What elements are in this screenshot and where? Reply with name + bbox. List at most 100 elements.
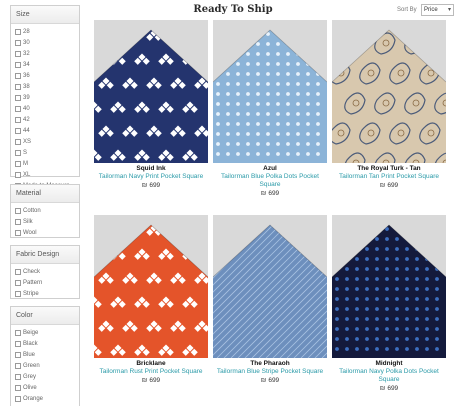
filter-option[interactable]: S — [11, 147, 79, 158]
checkbox[interactable] — [15, 218, 21, 225]
filter-option[interactable]: Grey — [11, 371, 79, 382]
checkbox[interactable] — [15, 395, 21, 402]
filter-option[interactable]: XS — [11, 136, 79, 147]
product-image[interactable] — [94, 20, 208, 163]
checkbox[interactable] — [15, 329, 21, 336]
checkbox[interactable] — [15, 138, 21, 145]
product-description-link[interactable]: Tailorman Blue Polka Dots Pocket Square — [213, 173, 327, 189]
product-image[interactable] — [332, 20, 446, 163]
filter-option[interactable]: Check — [11, 266, 79, 277]
filter-option[interactable]: 44 — [11, 125, 79, 136]
fabric-design-filter-panel: Fabric Design Check Pattern Stripe — [10, 245, 80, 299]
product-image[interactable] — [213, 215, 327, 358]
filter-option[interactable]: Wool — [11, 227, 79, 238]
product-image[interactable] — [94, 215, 208, 358]
product-card[interactable]: Bricklane Tailorman Rust Print Pocket Squ… — [94, 215, 208, 386]
filter-option[interactable]: M — [11, 158, 79, 169]
product-card[interactable]: Squid Ink Tailorman Navy Print Pocket Squ… — [94, 20, 208, 191]
checkbox[interactable] — [15, 384, 21, 391]
product-price: ₪ 699 — [332, 384, 446, 394]
product-name[interactable]: Azul — [213, 164, 327, 173]
filter-option[interactable]: Green — [11, 360, 79, 371]
checkbox[interactable] — [15, 207, 21, 214]
filter-option[interactable]: 42 — [11, 114, 79, 125]
product-description-link[interactable]: Tailorman Rust Print Pocket Square — [94, 368, 208, 376]
price-value: 699 — [149, 377, 161, 384]
checkbox[interactable] — [15, 116, 21, 123]
product-description-link[interactable]: Tailorman Blue Stripe Pocket Square — [213, 368, 327, 376]
product-image[interactable] — [332, 215, 446, 358]
checkbox[interactable] — [15, 83, 21, 90]
filter-option[interactable]: 28 — [11, 26, 79, 37]
checkbox[interactable] — [15, 94, 21, 101]
filter-option-label: 39 — [23, 94, 30, 101]
product-description-link[interactable]: Tailorman Navy Print Pocket Square — [94, 173, 208, 181]
product-description-link[interactable]: Tailorman Tan Print Pocket Square — [332, 173, 446, 181]
checkbox[interactable] — [15, 72, 21, 79]
checkbox[interactable] — [15, 61, 21, 68]
checkbox[interactable] — [15, 149, 21, 156]
filter-option[interactable]: Stripe — [11, 288, 79, 299]
filter-option[interactable]: XL — [11, 169, 79, 180]
checkbox[interactable] — [15, 268, 21, 275]
filter-option[interactable]: Beige — [11, 327, 79, 338]
product-name[interactable]: The Pharaoh — [213, 359, 327, 368]
checkbox[interactable] — [15, 105, 21, 112]
filter-option-label: Silk — [23, 218, 33, 225]
filter-option[interactable]: Olive — [11, 382, 79, 393]
filter-option[interactable]: 32 — [11, 48, 79, 59]
checkbox[interactable] — [15, 340, 21, 347]
product-image[interactable] — [213, 20, 327, 163]
sort-by-label: Sort By — [397, 7, 417, 13]
filter-option[interactable]: 39 — [11, 92, 79, 103]
product-price: ₪ 699 — [213, 376, 327, 386]
checkbox[interactable] — [15, 171, 21, 178]
product-name[interactable]: Squid Ink — [94, 164, 208, 173]
fabric-design-filter-title: Fabric Design — [11, 246, 79, 264]
checkbox[interactable] — [15, 160, 21, 167]
size-filter-title: Size — [11, 6, 79, 24]
checkbox[interactable] — [15, 373, 21, 380]
filter-option[interactable]: Cotton — [11, 205, 79, 216]
filter-option-label: 28 — [23, 28, 30, 35]
product-description-link[interactable]: Tailorman Navy Polka Dots Pocket Square — [332, 368, 446, 384]
product-card[interactable]: The Royal Turk - Tan Tailorman Tan Print … — [332, 20, 446, 191]
filter-option[interactable]: 40 — [11, 103, 79, 114]
filter-option-label: 44 — [23, 127, 30, 134]
product-card[interactable]: The Pharaoh Tailorman Blue Stripe Pocket … — [213, 215, 327, 386]
checkbox[interactable] — [15, 229, 21, 236]
checkbox[interactable] — [15, 127, 21, 134]
filter-option[interactable]: 36 — [11, 70, 79, 81]
product-name[interactable]: Midnight — [332, 359, 446, 368]
material-options: Cotton Silk Wool — [11, 203, 79, 238]
checkbox[interactable] — [15, 50, 21, 57]
filter-option[interactable]: Black — [11, 338, 79, 349]
product-name[interactable]: The Royal Turk - Tan — [332, 164, 446, 173]
material-filter-title: Material — [11, 185, 79, 203]
checkbox[interactable] — [15, 279, 21, 286]
sort-select[interactable]: Price ▾ — [421, 4, 454, 16]
filter-option[interactable]: 38 — [11, 81, 79, 92]
filter-option[interactable]: 30 — [11, 37, 79, 48]
material-filter-panel: Material Cotton Silk Wool — [10, 184, 80, 238]
checkbox[interactable] — [15, 28, 21, 35]
color-options: BeigeBlackBlueGreenGreyOliveOrangePurple — [11, 325, 79, 406]
currency-icon: ₪ — [141, 377, 148, 384]
product-card[interactable]: Midnight Tailorman Navy Polka Dots Pocket… — [332, 215, 446, 394]
price-value: 699 — [387, 182, 399, 189]
filter-option[interactable]: Silk — [11, 216, 79, 227]
product-card[interactable]: Azul Tailorman Blue Polka Dots Pocket Squ… — [213, 20, 327, 199]
product-name[interactable]: Bricklane — [94, 359, 208, 368]
filter-option[interactable]: Blue — [11, 349, 79, 360]
currency-icon: ₪ — [379, 385, 386, 392]
checkbox[interactable] — [15, 351, 21, 358]
filter-option[interactable]: Orange — [11, 393, 79, 404]
price-value: 699 — [268, 190, 280, 197]
filter-option[interactable]: Pattern — [11, 277, 79, 288]
checkbox[interactable] — [15, 39, 21, 46]
price-value: 699 — [268, 377, 280, 384]
checkbox[interactable] — [15, 362, 21, 369]
filter-option-label: 30 — [23, 39, 30, 46]
checkbox[interactable] — [15, 290, 21, 297]
filter-option[interactable]: 34 — [11, 59, 79, 70]
